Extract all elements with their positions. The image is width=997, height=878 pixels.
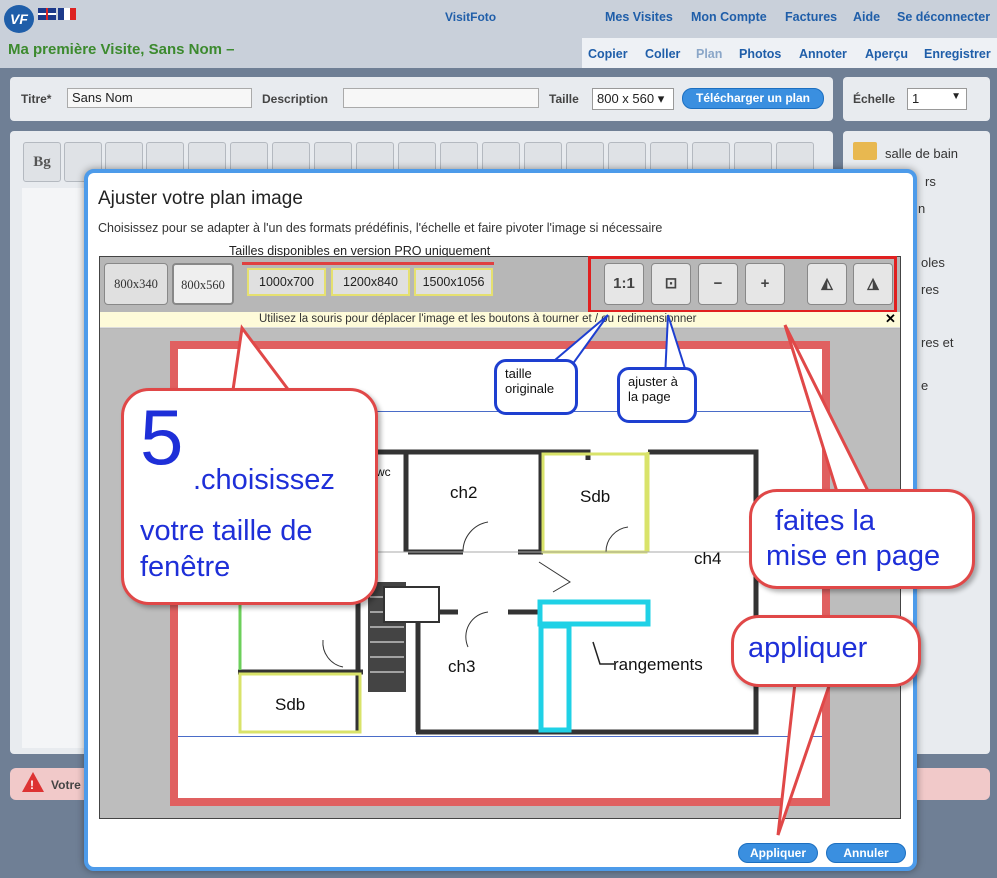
apply-callout-text: appliquer bbox=[748, 632, 868, 664]
apply-button[interactable]: Appliquer bbox=[738, 843, 818, 863]
callout-text: taille bbox=[505, 366, 532, 381]
layout-callout-pointer bbox=[783, 324, 873, 497]
step-line-3: fenêtre bbox=[140, 551, 231, 583]
layout-line-2: mise en page bbox=[766, 540, 941, 572]
callout-text: originale bbox=[505, 381, 555, 396]
layout-line-1: faites la bbox=[775, 505, 875, 537]
layout-callout bbox=[749, 489, 975, 589]
original-size-callout: taille originale bbox=[494, 359, 578, 415]
step-line-1: .choisissez bbox=[193, 464, 335, 496]
step-number: 5 bbox=[140, 393, 184, 481]
fit-page-callout: ajuster à la page bbox=[617, 367, 697, 423]
callout-text: la page bbox=[628, 389, 671, 404]
step-callout-pointer bbox=[231, 324, 294, 394]
apply-callout-pointer bbox=[776, 681, 833, 836]
step-line-2: votre taille de bbox=[140, 515, 313, 547]
cancel-button[interactable]: Annuler bbox=[826, 843, 906, 863]
original-callout-pointer bbox=[552, 314, 609, 367]
callout-text: ajuster à bbox=[628, 374, 678, 389]
